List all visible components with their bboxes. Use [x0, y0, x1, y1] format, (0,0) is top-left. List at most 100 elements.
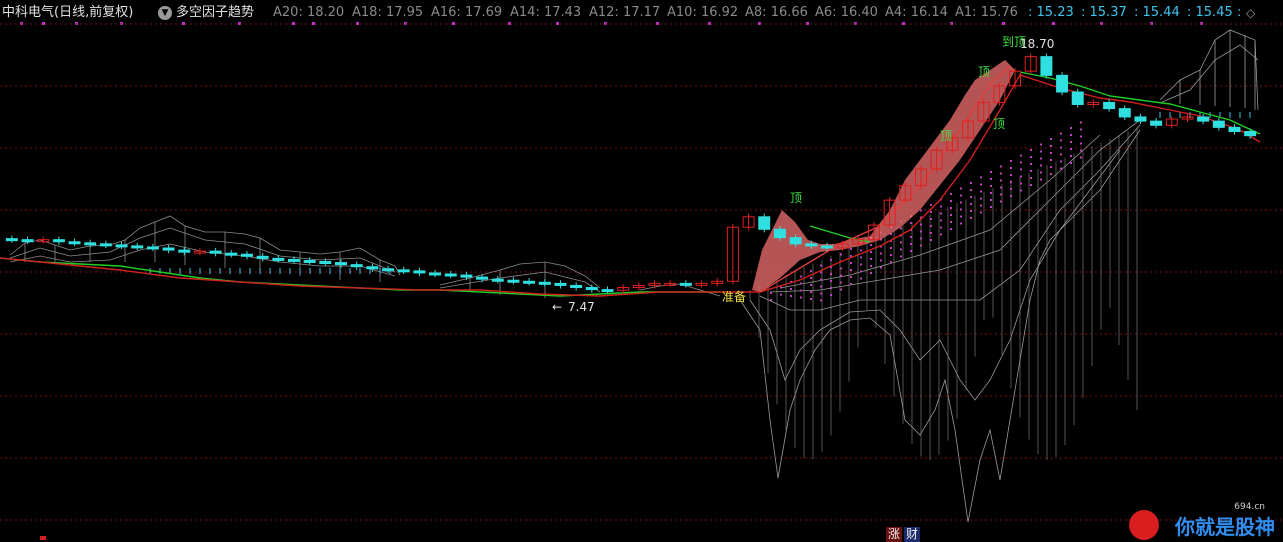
magenta-dot: [1020, 168, 1022, 171]
magenta-dot: [1030, 156, 1032, 158]
magenta-dot: [870, 265, 872, 267]
magenta-dot: [1030, 163, 1032, 165]
magenta-dot: [830, 287, 832, 289]
magenta-dot: [850, 276, 852, 278]
magenta-dot: [950, 228, 952, 230]
magenta-dot: [870, 258, 872, 260]
header-tick-marker: [452, 22, 455, 25]
magenta-dot: [790, 295, 792, 297]
header-tick-marker: [292, 22, 295, 25]
magenta-dot: [1000, 165, 1002, 168]
magenta-dot: [970, 196, 972, 198]
candle-body: [1212, 120, 1225, 128]
magenta-dot: [810, 270, 812, 272]
candle-body: [99, 243, 112, 247]
magenta-dot: [880, 266, 882, 269]
annotation-top-1: 顶: [790, 191, 802, 205]
magenta-dot: [810, 291, 812, 293]
magenta-dot: [870, 244, 872, 246]
magenta-dot: [1060, 167, 1062, 170]
candle-body: [585, 287, 598, 291]
magenta-dot: [1070, 127, 1072, 129]
badge-cai[interactable]: 财: [904, 527, 921, 542]
magenta-dot: [1020, 189, 1022, 192]
candle-body: [303, 259, 316, 263]
magenta-dot: [990, 178, 992, 180]
magenta-dot: [990, 171, 992, 173]
candle-body: [1244, 131, 1257, 137]
magenta-dot: [860, 263, 862, 266]
magenta-dot: [980, 190, 982, 193]
header-tick-marker: [182, 22, 185, 25]
magenta-dot: [940, 226, 942, 229]
magenta-dot: [1080, 156, 1082, 159]
magenta-dot: [840, 267, 842, 270]
magenta-dot: [920, 237, 922, 240]
magenta-dot: [920, 223, 922, 226]
site-logo: 694.cn 你就是股神: [1129, 502, 1279, 540]
magenta-dot: [980, 176, 982, 179]
mesh-right-upper: [1159, 29, 1259, 111]
magenta-dot: [800, 275, 802, 278]
candle-body: [1118, 108, 1131, 118]
magenta-dot: [890, 261, 892, 263]
candle-body: [1103, 101, 1116, 110]
magenta-dot: [1040, 171, 1042, 174]
candle-body: [773, 228, 786, 239]
magenta-dot: [840, 253, 842, 256]
candle-body: [1040, 56, 1053, 76]
candle-body: [146, 246, 159, 250]
magenta-dot: [830, 280, 832, 282]
magenta-dot: [1080, 149, 1082, 152]
magenta-dot: [1020, 154, 1022, 157]
candle-body: [758, 216, 771, 230]
magenta-dot: [970, 203, 972, 205]
candle-body: [68, 241, 81, 245]
magenta-dot: [790, 288, 792, 290]
magenta-dot: [800, 289, 802, 292]
magenta-dot: [830, 259, 832, 261]
magenta-dot: [1040, 150, 1042, 153]
magenta-dot: [1020, 161, 1022, 164]
rally-fill: [752, 60, 1015, 292]
annotation-top-3: 顶: [978, 65, 990, 79]
magenta-dot: [900, 241, 902, 244]
annotation-peak-value: 18.70: [1020, 37, 1054, 51]
magenta-dot: [870, 251, 872, 253]
magenta-dot: [1000, 193, 1002, 196]
magenta-dot: [820, 278, 822, 281]
candle-body: [820, 245, 833, 249]
magenta-dot: [950, 200, 952, 202]
candle-body: [240, 253, 253, 257]
price-chart[interactable]: 到顶 18.70 顶 顶 顶 顶 ← 7.47 准备: [0, 0, 1283, 542]
magenta-dot: [970, 189, 972, 191]
magenta-dot: [890, 254, 892, 256]
badge-rise[interactable]: 涨: [886, 527, 903, 542]
magenta-dot: [1010, 188, 1012, 190]
annotation-low-arrow: ←: [552, 300, 562, 314]
magenta-dot: [920, 230, 922, 233]
ma-lines: [0, 65, 1261, 297]
magenta-dot: [1010, 195, 1012, 197]
magenta-dot: [1020, 182, 1022, 185]
magenta-dot: [910, 250, 912, 252]
magenta-dot: [850, 262, 852, 264]
magenta-dot: [1080, 128, 1082, 131]
annotation-top-2: 顶: [940, 129, 952, 143]
candle-body: [554, 282, 567, 286]
magenta-dot: [1010, 174, 1012, 176]
magenta-dot: [1050, 138, 1052, 140]
candle-body: [570, 284, 583, 289]
magenta-dot: [940, 219, 942, 222]
annotation-top-4: 顶: [993, 117, 1005, 131]
candle-body: [523, 280, 536, 284]
magenta-dot: [950, 193, 952, 195]
magenta-dot: [1040, 164, 1042, 167]
magenta-dot: [1070, 141, 1072, 143]
magenta-dot: [850, 283, 852, 285]
magenta-dot: [1040, 178, 1042, 181]
magenta-dot: [880, 259, 882, 262]
magenta-dot: [1040, 143, 1042, 146]
candle-body: [1228, 126, 1241, 133]
magenta-dot: [1060, 139, 1062, 142]
